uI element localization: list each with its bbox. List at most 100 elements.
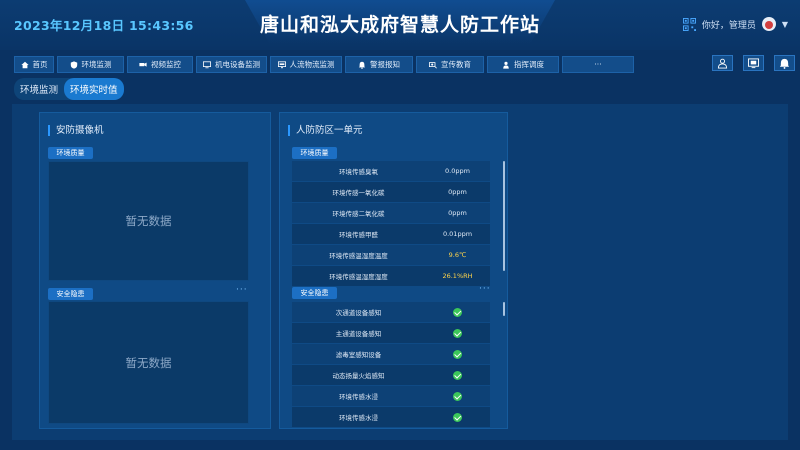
sensor-name: 环境传感一氧化碳 [292,181,425,203]
nav-item-alarm[interactable]: 警报报知 [345,56,413,73]
bell-icon [779,58,790,69]
nav-item-dispatch[interactable]: 指挥调度 [487,56,559,73]
zone-panel: 人防防区一单元 环境质量 环境传感臭氧 0.0ppm 环境传感一氧化碳 0ppm 环境传… [279,112,508,429]
sensor-name: 环境传感二氧化碳 [292,202,425,224]
nav-item-label: 首页 [32,60,48,69]
more-button[interactable]: ··· [479,284,491,294]
device-name: 动态扬量火焰感知 [292,364,425,386]
home-icon [20,61,29,68]
table-row: 环境传感水浸 [292,406,490,428]
status-cell [425,385,490,407]
sensor-name: 环境传感温湿度湿度 [292,265,425,287]
sensor-name: 环境传感臭氧 [292,161,425,182]
nav-item-flow[interactable]: 人流物流监测 [270,56,342,73]
avatar[interactable] [761,17,776,31]
device-name: 环境传感水浸 [292,385,425,407]
more-button[interactable]: ··· [236,285,248,295]
camera-icon [139,62,147,67]
display-icon [277,60,286,68]
section-tag-environment: 环境质量 [48,147,93,159]
more-icon: ··· [594,60,602,69]
section-tag-environment: 环境质量 [292,147,337,159]
nav-item-education[interactable]: 宣传教育 [416,56,484,73]
status-cell [425,322,490,344]
sensor-value: 0.01ppm [425,223,490,245]
nav-item-more[interactable]: ··· [562,56,634,73]
device-name: 主通道设备感知 [292,322,425,344]
check-circle-icon [453,412,462,422]
nav-item-label: 指挥调度 [514,60,544,69]
status-cell [425,302,490,323]
check-circle-icon [453,370,462,380]
sensor-value: 0.0ppm [425,161,490,182]
content-area: 安防摄像机 环境质量 暂无数据 安全隐患 ··· 暂无数据 人防防区一单元 环境… [12,104,788,440]
screen-icon [748,57,759,68]
table-row: 环境传感臭氧 0.0ppm [292,161,490,182]
camera-panel: 安防摄像机 环境质量 暂无数据 安全隐患 ··· 暂无数据 [39,112,271,429]
scrollbar[interactable] [503,302,505,316]
device-name: 滤毒室感知设备 [292,343,425,365]
panel-title: 安防摄像机 [48,125,104,136]
nav-item-label: 宣传教育 [441,60,471,69]
environment-table: 环境传感臭氧 0.0ppm 环境传感一氧化碳 0ppm 环境传感二氧化碳 0ppm 环境传感… [292,161,490,287]
check-circle-icon [453,307,462,317]
nav-item-home[interactable]: 首页 [14,56,54,73]
person-icon [503,61,509,69]
section-tag-safety: 安全隐患 [48,288,93,300]
nav-item-label: 视频监控 [151,60,181,69]
monitor-icon [203,60,211,68]
device-name: 环境传感水浸 [292,406,425,428]
sensor-name: 环境传感温湿度温度 [292,244,425,266]
qr-code-icon[interactable] [682,17,696,31]
table-row: 环境传感水浸 [292,385,490,407]
panel-title: 人防防区一单元 [288,125,363,136]
table-row: 动态扬量火焰感知 [292,364,490,386]
scrollbar[interactable] [503,161,505,271]
tab-environment-monitoring[interactable]: 环境监测 [14,78,64,100]
status-cell [425,364,490,386]
user-area: 你好，管理员 ▼ [682,14,788,34]
sub-tabs: 环境监测 环境实时值 [14,78,124,100]
sensor-value: 0ppm [425,202,490,224]
user-button[interactable] [712,55,733,71]
nav-item-label: 机电设备监测 [215,60,260,69]
nav-item-equipment[interactable]: 机电设备监测 [196,56,267,73]
sensor-value: 9.6℃ [425,244,490,266]
device-name: 次通道设备感知 [292,302,425,323]
page-title: 唐山和泓大成府智慧人防工作站 [259,14,540,36]
table-row: 环境传感甲醛 0.01ppm [292,223,490,245]
projector-icon [429,61,437,68]
nav-item-environment[interactable]: 环境监测 [57,56,124,73]
table-row: 环境传感温湿度温度 9.6℃ [292,244,490,266]
check-circle-icon [453,328,462,338]
table-row: 环境传感温湿度湿度 26.1%RH [292,265,490,287]
header: 2023年12月18日 15:43:56 唐山和泓大成府智慧人防工作站 你好，管… [0,0,800,50]
chevron-down-icon[interactable]: ▼ [782,20,788,29]
safety-table: 次通道设备感知 主通道设备感知 滤毒室感知设备 动态扬量火焰感知 环境传感水浸 环境传感水… [292,302,490,428]
nav-item-label: 环境监测 [81,60,112,69]
tab-environment-realtime[interactable]: 环境实时值 [64,78,124,100]
main-nav: 首页 环境监测 视频监控 机电设备监测 人流物流监测 警报报知 宣传教育 指挥调… [14,56,636,73]
nav-item-video[interactable]: 视频监控 [127,56,193,73]
bell-icon [358,61,366,69]
table-row: 次通道设备感知 [292,302,490,323]
sensor-name: 环境传感甲醛 [292,223,425,245]
table-row: 环境传感一氧化碳 0ppm [292,181,490,203]
table-row: 主通道设备感知 [292,322,490,344]
status-cell [425,343,490,365]
empty-state: 暂无数据 [48,301,249,424]
alert-button[interactable] [774,55,795,71]
empty-state: 暂无数据 [48,161,249,281]
table-row: 滤毒室感知设备 [292,343,490,365]
sensor-value: 0ppm [425,181,490,203]
check-circle-icon [453,391,462,401]
user-greeting: 你好，管理员 [701,20,756,31]
user-icon [717,58,728,69]
screen-button[interactable] [743,55,764,71]
check-circle-icon [453,349,462,359]
nav-item-label: 警报报知 [370,60,400,69]
nav-right-icons [712,55,795,71]
status-cell [425,406,490,428]
section-tag-safety: 安全隐患 [292,287,337,299]
nav-item-label: 人流物流监测 [289,60,335,69]
